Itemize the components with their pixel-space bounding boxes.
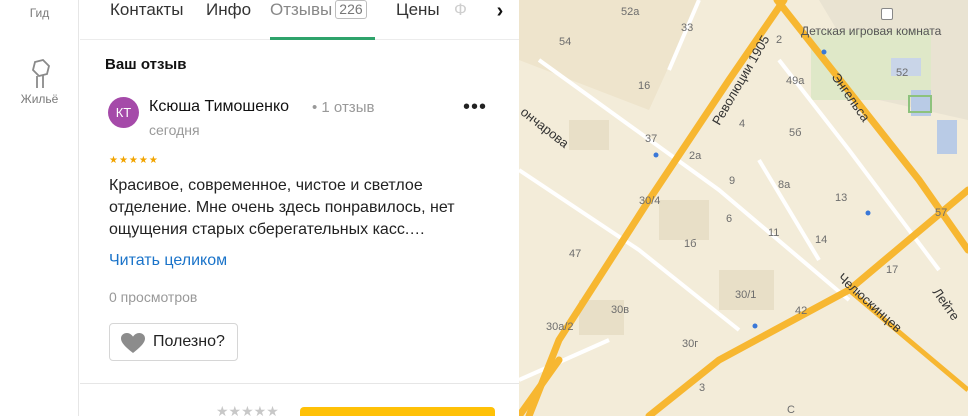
tab-label: Отзывы (270, 0, 333, 19)
tab-label: Цены (396, 0, 440, 19)
rate-stars-input[interactable]: ★★★★★ (216, 403, 279, 416)
tab-label: Ф (454, 0, 467, 19)
review-text: Красивое, современное, чистое и светлое … (109, 177, 455, 238)
useful-button[interactable]: Полезно? (109, 323, 238, 361)
house-number: 30/4 (639, 195, 661, 207)
rating-stars: ★★★★★ (109, 155, 159, 166)
house-number: 30а/2 (546, 321, 574, 333)
views-count: 0 просмотров (109, 289, 198, 305)
house-number: 49а (786, 75, 805, 87)
house-number: С (787, 404, 795, 416)
your-review-heading: Ваш отзыв (105, 56, 187, 73)
house-number: 47 (569, 248, 582, 260)
house-number: 6 (726, 213, 733, 225)
house-number: 11 (768, 227, 780, 239)
author-review-count: • 1 отзыв (312, 99, 375, 116)
rail-item-housing[interactable]: Жильё (0, 58, 79, 106)
house-number: 2а (689, 150, 702, 162)
house-number: 9 (729, 175, 736, 187)
house-number: 4 (739, 118, 746, 130)
house-number: 1б (684, 238, 697, 250)
house-number: 14 (815, 234, 828, 246)
tab-prices[interactable]: Цены (396, 0, 440, 24)
poi-label[interactable]: Детская игровая комната (801, 24, 968, 38)
active-tab-indicator (270, 37, 375, 40)
house-number: 5б (789, 127, 802, 139)
tab-contacts[interactable]: Контакты (110, 0, 183, 24)
tab-reviews[interactable]: Отзывы 226 (270, 0, 367, 24)
house-number: 52 (896, 67, 909, 79)
house-number: 33 (681, 22, 694, 34)
useful-button-label: Полезно? (153, 333, 225, 350)
reviews-count-badge: 226 (335, 0, 367, 19)
house-number: 3 (699, 382, 706, 394)
read-more-link[interactable]: Читать целиком (109, 252, 227, 270)
tab-overflow-partial[interactable]: Ф (454, 0, 486, 26)
house-number: 13 (835, 192, 848, 204)
house-number: 37 (645, 133, 658, 145)
house-number: 52а (621, 6, 640, 18)
tab-label: Инфо (206, 0, 252, 19)
review-date: сегодня (149, 122, 200, 138)
left-rail: Гид Жильё (0, 0, 79, 416)
heart-icon (120, 332, 146, 354)
house-number: 57 (935, 207, 948, 219)
house-number: 30/1 (735, 289, 757, 301)
tab-label: Контакты (110, 0, 184, 19)
chevron-right-icon[interactable]: › (486, 0, 514, 26)
org-panel: Контакты Инфо Отзывы 226 Цены Ф › Ваш отз… (80, 0, 519, 416)
rail-item-label: Гид (29, 6, 50, 20)
house-number: 8а (778, 179, 791, 191)
tabs-bar: Контакты Инфо Отзывы 226 Цены Ф › (80, 0, 519, 40)
house-number: 54 (559, 36, 572, 48)
shop-icon[interactable] (881, 8, 893, 20)
tab-info[interactable]: Инфо (206, 0, 251, 24)
housing-icon (25, 58, 55, 92)
house-number: 42 (795, 305, 808, 317)
house-number: 2 (776, 34, 783, 46)
rail-item-guide[interactable]: Гид (0, 6, 79, 20)
rail-item-label: Жильё (20, 92, 59, 106)
house-number: 30г (682, 338, 699, 350)
map-view[interactable]: 52а 54 33 2 49а 52 16 37 4 5б 2а 8а 13 5… (519, 0, 968, 416)
divider (80, 383, 519, 384)
house-number: 17 (886, 264, 899, 276)
house-number: 16 (638, 80, 651, 92)
rating-bar (300, 407, 495, 416)
more-options-icon[interactable]: ••• (460, 97, 490, 124)
avatar[interactable]: КТ (108, 97, 139, 128)
house-number: 30в (611, 304, 630, 316)
author-name[interactable]: Ксюша Тимошенко (149, 98, 289, 116)
